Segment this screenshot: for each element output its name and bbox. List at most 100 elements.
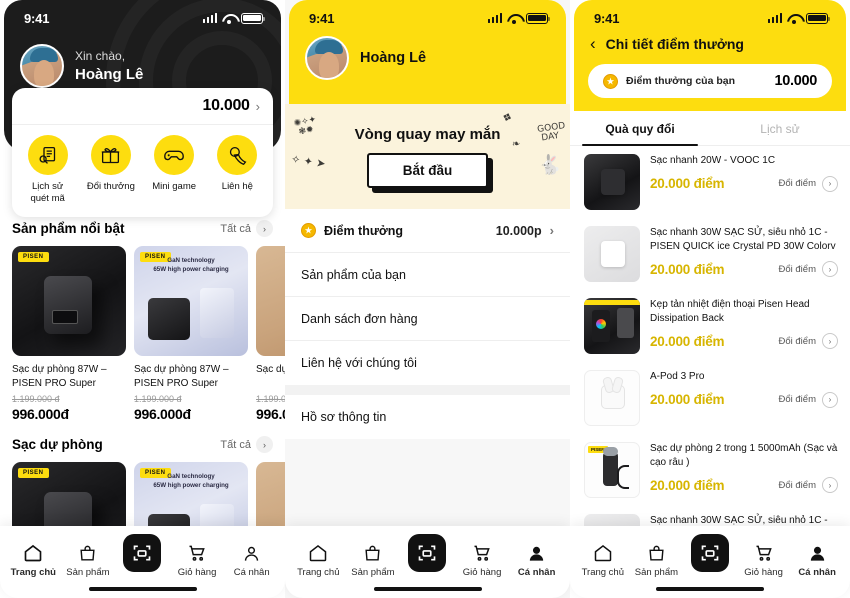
tab-label: Giỏ hàng (744, 566, 783, 578)
see-all-label: Tất cả (220, 222, 251, 235)
home-icon (310, 544, 327, 561)
redeem-button[interactable]: Đổi điểm › (779, 477, 838, 493)
reward-item[interactable]: Sạc nhanh 30W SẠC SỬ, siêu nhỏ 1C - PISE… (570, 218, 850, 290)
menu-item-your-products[interactable]: Sản phẩm của bạn (285, 253, 570, 297)
reward-thumbnail (584, 370, 640, 426)
page-title: Chi tiết điểm thưởng (605, 35, 744, 52)
tab-history[interactable]: Lịch sử (710, 111, 850, 145)
quick-action-contact[interactable]: Liên hệ (206, 135, 269, 205)
tab-home[interactable]: Trang chủ (6, 543, 61, 578)
reward-thumbnail (584, 154, 640, 210)
redeem-label: Đổi điểm (778, 263, 817, 275)
tab-profile[interactable]: Cá nhân (224, 544, 279, 578)
doodle-spark-icon: ❖ (500, 109, 514, 126)
avatar[interactable] (20, 44, 64, 88)
start-button[interactable]: Bắt đầu (366, 152, 489, 188)
tab-products[interactable]: Sản phẩm (61, 544, 116, 578)
coin-icon: ★ (603, 73, 618, 89)
status-bar: 9:41 (574, 0, 846, 30)
menu-item-profile-info[interactable]: Hồ sơ thông tin (285, 395, 570, 439)
reward-name: Sạc dự phòng 2 trong 1 5000mAh (Sạc và c… (650, 443, 838, 468)
reward-thumbnail: PISEN (584, 442, 640, 498)
tab-gifts[interactable]: Quà quy đổi (570, 111, 710, 146)
reward-list[interactable]: Sạc nhanh 20W - VOOC 1C 20.000 điểm Đổi … (570, 146, 850, 578)
quick-action-scan-history[interactable]: Lịch sử quét mã (16, 135, 79, 205)
home-icon (594, 544, 612, 561)
tab-home[interactable]: Trang chủ (291, 543, 346, 578)
profile-header: 9:41 Hoàng Lê (289, 0, 566, 104)
reward-item[interactable]: A-Pod 3 Pro 20.000 điểm Đổi điểm › (570, 362, 850, 434)
screen-home: 9:41 Xin chào, Hoàng Lê 10.000 › Lịch sử… (0, 0, 285, 598)
redeem-button[interactable]: Đổi điểm › (779, 333, 838, 349)
status-time: 9:41 (594, 10, 620, 26)
greeting-label: Xin chào, (75, 48, 126, 63)
tab-cart[interactable]: Giỏ hàng (170, 543, 225, 578)
product-card[interactable]: PISEN Sạc dự phòng 87W – PISEN PRO Super… (12, 246, 126, 422)
menu-item-contact[interactable]: Liên hệ với chúng tôi (285, 341, 570, 385)
screen-profile: 9:41 Hoàng Lê ✺✧✦ ❃✹ ✧ ✦ ➤ ❖ ❧ GOOD DAY … (285, 0, 570, 598)
doodle-star-icon: ✧ ✦ ➤ (290, 152, 327, 171)
bottom-tab-bar: Trang chủ Sản phẩm Giỏ hàng Cá nhân (0, 525, 285, 598)
cellular-signal-icon (767, 13, 782, 23)
doodle-swirl-icon: ❧ (510, 138, 521, 151)
avatar[interactable] (305, 36, 349, 80)
chevron-right-icon: › (822, 333, 838, 349)
redeem-button[interactable]: Đổi điểm › (778, 261, 838, 277)
tab-label: Cá nhân (233, 566, 270, 578)
quick-action-minigame[interactable]: Mini game (143, 135, 206, 205)
balance-quick-card: 10.000 › Lịch sử quét mã Đổi thưởng Mini… (12, 88, 273, 217)
reward-tabs: Quà quy đổi Lịch sử (570, 111, 850, 146)
lucky-wheel-banner[interactable]: ✺✧✦ ❃✹ ✧ ✦ ➤ ❖ ❧ GOOD DAY 🐇 Vòng quay ma… (285, 104, 570, 209)
see-all-powerbank[interactable]: Tất cả › (220, 436, 273, 453)
wifi-icon (222, 13, 236, 24)
tab-products[interactable]: Sản phẩm (630, 544, 684, 578)
product-card[interactable]: Sạc dự p... 1.199.00... 996.0... (256, 246, 285, 422)
see-all-label: Tất cả (220, 438, 251, 451)
scan-icon (123, 533, 162, 572)
doodle-bunny-icon: 🐇 (538, 154, 562, 176)
menu-divider (285, 385, 570, 395)
menu-label: Hồ sơ thông tin (301, 410, 387, 424)
see-all-featured[interactable]: Tất cả › (220, 220, 273, 237)
redeem-button[interactable]: Đổi điểm › (779, 175, 838, 192)
brand-badge: PISEN (18, 252, 49, 262)
tab-scan[interactable] (115, 533, 170, 578)
reward-item[interactable]: Sạc nhanh 20W - VOOC 1C 20.000 điểm Đổi … (570, 146, 850, 218)
reward-header: 9:41 ‹ Chi tiết điểm thưởng ★ Điểm thưởn… (574, 0, 846, 111)
reward-item[interactable]: PISEN Sạc dự phòng 2 trong 1 5000mAh (Sạ… (570, 434, 850, 506)
menu-item-points[interactable]: ★ Điểm thưởng 10.000p › (285, 209, 570, 253)
tab-scan[interactable] (683, 533, 737, 578)
reward-points: 20.000 điểm (650, 176, 725, 191)
home-indicator (88, 586, 197, 591)
bottom-tab-bar: Trang chủ Sản phẩm Giỏ hàng Cá nhân (285, 525, 570, 598)
tab-products[interactable]: Sản phẩm (346, 544, 401, 578)
battery-icon (526, 12, 550, 24)
tab-scan[interactable] (400, 533, 455, 578)
tab-cart[interactable]: Giỏ hàng (455, 543, 510, 578)
product-old-price: 1.199.000 đ (12, 394, 60, 404)
product-old-price: 1.199.00... (256, 394, 285, 404)
reward-name: Sạc nhanh 20W - VOOC 1C (650, 155, 776, 166)
menu-label: Điểm thưởng (324, 223, 404, 238)
tab-home[interactable]: Trang chủ (576, 543, 630, 578)
product-row-featured[interactable]: PISEN Sạc dự phòng 87W – PISEN PRO Super… (0, 237, 285, 422)
redeem-button[interactable]: Đổi điểm › (779, 391, 838, 408)
reward-item[interactable]: Kẹp tản nhiệt điện thoại Pisen Head Diss… (570, 290, 850, 362)
status-time: 9:41 (309, 10, 335, 26)
tab-profile[interactable]: Cá nhân (509, 544, 564, 578)
battery-icon (806, 12, 830, 24)
balance-row[interactable]: 10.000 › (12, 88, 273, 125)
screen-reward-detail: 9:41 ‹ Chi tiết điểm thưởng ★ Điểm thưởn… (570, 0, 850, 598)
points-balance-card: ★ Điểm thưởng của bạn 10.000 (588, 64, 832, 98)
reward-name: Sạc nhanh 30W SẠC SỬ, siêu nhỏ 1C - PISE… (650, 227, 836, 252)
balance-value: 10.000 (774, 73, 817, 89)
tab-cart[interactable]: Giỏ hàng (737, 543, 791, 578)
product-card[interactable]: PISEN GaN technology 65W high power char… (134, 246, 248, 422)
quick-action-rewards[interactable]: Đổi thưởng (79, 135, 142, 205)
menu-item-orders[interactable]: Danh sách đơn hàng (285, 297, 570, 341)
tab-profile[interactable]: Cá nhân (790, 544, 844, 578)
tab-label: Sản phẩm (634, 566, 679, 578)
reward-thumbnail (584, 226, 640, 282)
product-old-price: 1.199.000 đ (134, 394, 182, 404)
chevron-left-icon[interactable]: ‹ (590, 35, 596, 52)
